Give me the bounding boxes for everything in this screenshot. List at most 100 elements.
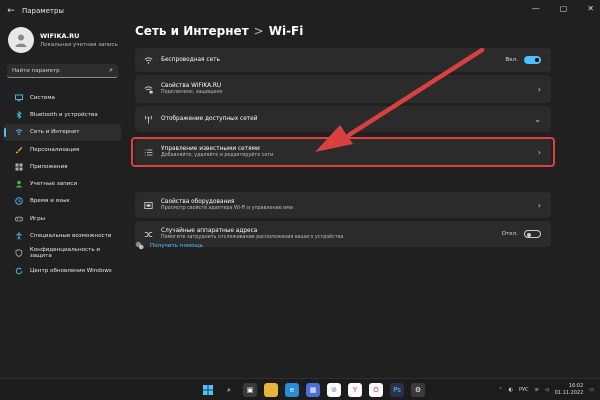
search-icon[interactable]: ⌕ (222, 383, 236, 397)
clock-date: 01.11.2022 (554, 390, 584, 396)
update-icon (15, 267, 23, 274)
hardware-properties-label: Свойства оборудования (161, 199, 235, 205)
network-properties-label: Свойства WiFIKA.RU (161, 83, 222, 89)
tray-app-icon[interactable]: ◐ (509, 387, 513, 393)
task-view-icon[interactable]: ▣ (243, 383, 257, 397)
store-icon[interactable]: ▦ (306, 383, 320, 397)
edge-icon[interactable]: e (285, 383, 299, 397)
blocked-icon[interactable]: ⊘ (327, 383, 341, 397)
volume-icon[interactable]: ◁ (545, 387, 549, 393)
wireless-toggle-state: Вкл. (505, 57, 518, 63)
accessibility-icon (16, 232, 22, 240)
wireless-toggle[interactable] (524, 56, 541, 64)
chevron-right-icon: › (537, 84, 541, 94)
random-mac-toggle[interactable] (524, 230, 541, 238)
sidebar-item-gaming[interactable]: Игры (4, 210, 121, 227)
minimize-icon[interactable]: — (532, 4, 540, 13)
sidebar: WIFIKA.RU Локальная учетная запись Найти… (0, 22, 125, 378)
wifi-tray-icon[interactable]: ≋ (535, 387, 539, 393)
search-placeholder: Найти параметр (12, 67, 60, 74)
sidebar-item-apps[interactable]: Приложения (4, 158, 121, 175)
sidebar-item-label: Специальные возможности (30, 233, 112, 240)
sidebar-item-system[interactable]: Система (4, 89, 121, 106)
person-icon (15, 34, 27, 47)
settings-gear-icon[interactable]: ⚙ (411, 383, 425, 397)
sidebar-item-label: Персонализация (30, 146, 80, 153)
photoshop-icon[interactable]: Ps (390, 383, 404, 397)
profile-account-type: Локальная учетная запись (40, 42, 118, 48)
available-networks-label: Отображение доступных сетей (161, 116, 258, 122)
person-icon (15, 180, 23, 188)
random-mac-label: Случайные аппаратные адреса (161, 228, 258, 234)
sidebar-item-personalization[interactable]: Персонализация (4, 141, 121, 158)
brush-icon (15, 146, 23, 153)
network-icon (15, 129, 23, 136)
window-title: Параметры (22, 7, 64, 15)
hardware-properties-row[interactable]: Свойства оборудования Просмотр свойств а… (135, 192, 551, 218)
start-icon[interactable] (201, 383, 215, 397)
file-explorer-icon[interactable] (264, 383, 278, 397)
chevron-right-icon: › (537, 147, 541, 157)
help-icon (135, 241, 144, 250)
known-networks-row[interactable]: Управление известными сетями Добавляйте,… (135, 139, 551, 165)
hardware-properties-sub: Просмотр свойств адаптера Wi-Fi и управл… (161, 206, 294, 211)
breadcrumb-parent[interactable]: Сеть и Интернет (135, 24, 249, 38)
sidebar-item-accounts[interactable]: Учетные записи (4, 175, 121, 192)
sidebar-item-network[interactable]: Сеть и Интернет (4, 123, 121, 141)
notifications-icon[interactable]: ▭ (589, 387, 594, 393)
sidebar-item-label: Система (30, 94, 55, 101)
maximize-icon[interactable]: ▢ (560, 4, 568, 13)
gamepad-icon (15, 216, 23, 222)
sidebar-item-label: Время и язык (30, 198, 70, 205)
sidebar-item-label: Игры (30, 215, 46, 222)
page-title: Wi-Fi (268, 24, 304, 38)
sidebar-item-label: Центр обновления Windows (30, 267, 112, 274)
sidebar-item-accessibility[interactable]: Специальные возможности (4, 227, 121, 244)
random-mac-sub: Помогите затруднить отслеживание располо… (161, 235, 344, 240)
monitor-icon (15, 94, 23, 101)
network-properties-row[interactable]: Свойства WiFIKA.RU Подключено, защищено … (135, 75, 551, 103)
sidebar-nav: Система Bluetooth и устройства Сеть и Ин… (0, 89, 125, 279)
sidebar-item-label: Сеть и Интернет (30, 129, 80, 136)
shuffle-icon (144, 230, 153, 239)
opera-icon[interactable]: O (369, 383, 383, 397)
sidebar-item-time-language[interactable]: Время и язык (4, 193, 121, 210)
close-icon[interactable]: ✕ (587, 4, 594, 13)
available-networks-row[interactable]: Отображение доступных сетей ⌄ (135, 106, 551, 132)
get-help-link[interactable]: Получить помощь (135, 241, 203, 250)
title-bar: ← Параметры — ▢ ✕ (0, 0, 600, 22)
known-networks-sub: Добавляйте, удаляйте и редактируйте сети (161, 153, 274, 158)
user-profile[interactable]: WIFIKA.RU Локальная учетная запись (0, 22, 125, 56)
yandex-browser-icon[interactable]: Y (348, 383, 362, 397)
wifi-icon (144, 56, 153, 65)
chevron-right-icon: › (537, 200, 541, 210)
known-networks-label: Управление известными сетями (161, 146, 260, 152)
sidebar-item-privacy[interactable]: Конфиденциальность и защита (4, 245, 121, 262)
chevron-up-icon[interactable]: ⌃ (498, 387, 502, 393)
wifi-lock-icon (144, 85, 153, 94)
system-tray: ⌃ ◐ РУС ≋ ◁ 16:02 01.11.2022 ▭ (498, 383, 594, 397)
window-controls: — ▢ ✕ (532, 4, 594, 13)
breadcrumb-separator: > (253, 24, 264, 38)
sidebar-item-label: Приложения (30, 163, 68, 170)
lang-indicator[interactable]: РУС (519, 387, 529, 393)
taskbar-apps: ⌕ ▣ e ▦ ⊘ Y O Ps ⚙ (201, 383, 425, 397)
search-icon: ⌕ (109, 66, 113, 74)
sidebar-item-bluetooth[interactable]: Bluetooth и устройства (4, 106, 121, 123)
profile-name: WIFIKA.RU (40, 32, 80, 40)
apps-icon (15, 163, 23, 171)
antenna-icon (144, 115, 153, 124)
back-arrow-icon[interactable]: ← (0, 6, 22, 16)
shield-icon (15, 249, 23, 258)
search-input[interactable]: Найти параметр ⌕ (7, 64, 118, 78)
breadcrumb: Сеть и Интернет > Wi-Fi (135, 24, 303, 38)
chevron-down-icon: ⌄ (534, 114, 541, 124)
sidebar-item-label: Учетные записи (30, 181, 78, 188)
avatar (8, 27, 34, 53)
get-help-label: Получить помощь (150, 242, 204, 249)
wireless-network-label: Беспроводная сеть (161, 57, 220, 63)
clock[interactable]: 16:02 01.11.2022 (555, 383, 584, 397)
wireless-network-row[interactable]: Беспроводная сеть Вкл. (135, 48, 551, 72)
random-mac-toggle-state: Откл. (501, 231, 518, 237)
sidebar-item-windows-update[interactable]: Центр обновления Windows (4, 262, 121, 279)
